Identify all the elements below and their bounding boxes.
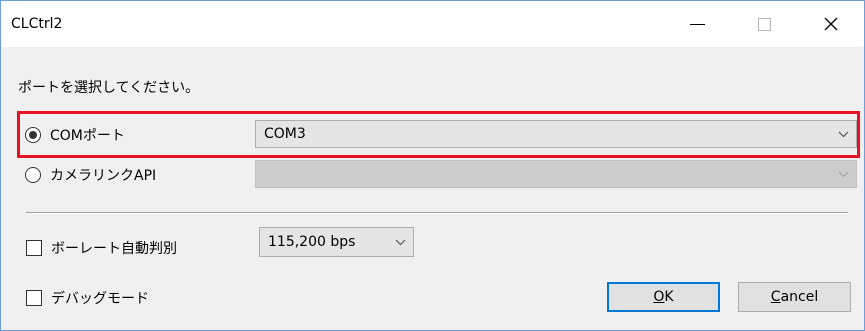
camera-link-select xyxy=(255,160,857,188)
close-icon xyxy=(824,17,838,31)
baud-auto-checkbox[interactable]: ボーレート自動判別 xyxy=(26,238,177,258)
debug-mode-checkbox[interactable]: デバッグモード xyxy=(26,288,149,308)
ok-button[interactable]: OK xyxy=(607,282,720,312)
maximize-icon xyxy=(757,17,771,31)
radio-unselected-icon xyxy=(25,167,41,183)
ok-mnemonic: O xyxy=(653,289,665,305)
baud-rate-value: 115,200 bps xyxy=(268,234,356,250)
dialog-window: CLCtrl2 ポートを選択してください。 COMポート COM3 カメラリンク… xyxy=(0,0,865,331)
cancel-label-rest: ancel xyxy=(780,289,819,305)
baud-auto-label: ボーレート自動判別 xyxy=(51,241,177,257)
camera-link-label: カメラリンクAPI xyxy=(50,168,157,184)
debug-mode-label: デバッグモード xyxy=(51,291,149,307)
minimize-button[interactable] xyxy=(668,1,726,47)
baud-rate-select[interactable]: 115,200 bps xyxy=(259,227,414,257)
chevron-down-icon xyxy=(830,171,856,178)
chevron-down-icon xyxy=(387,239,413,246)
separator xyxy=(26,212,848,214)
highlight-box xyxy=(17,111,860,158)
ok-label-rest: K xyxy=(664,289,674,305)
minimize-icon xyxy=(689,23,705,25)
cancel-mnemonic: C xyxy=(770,289,781,305)
instruction-text: ポートを選択してください。 xyxy=(18,80,200,96)
checkbox-icon xyxy=(26,290,42,306)
title-bar: CLCtrl2 xyxy=(1,1,864,47)
close-button[interactable] xyxy=(802,1,860,47)
checkbox-icon xyxy=(26,240,42,256)
cancel-button[interactable]: Cancel xyxy=(738,282,851,312)
camera-link-radio[interactable]: カメラリンクAPI xyxy=(25,165,156,185)
window-title: CLCtrl2 xyxy=(11,16,63,32)
maximize-button xyxy=(735,1,793,47)
